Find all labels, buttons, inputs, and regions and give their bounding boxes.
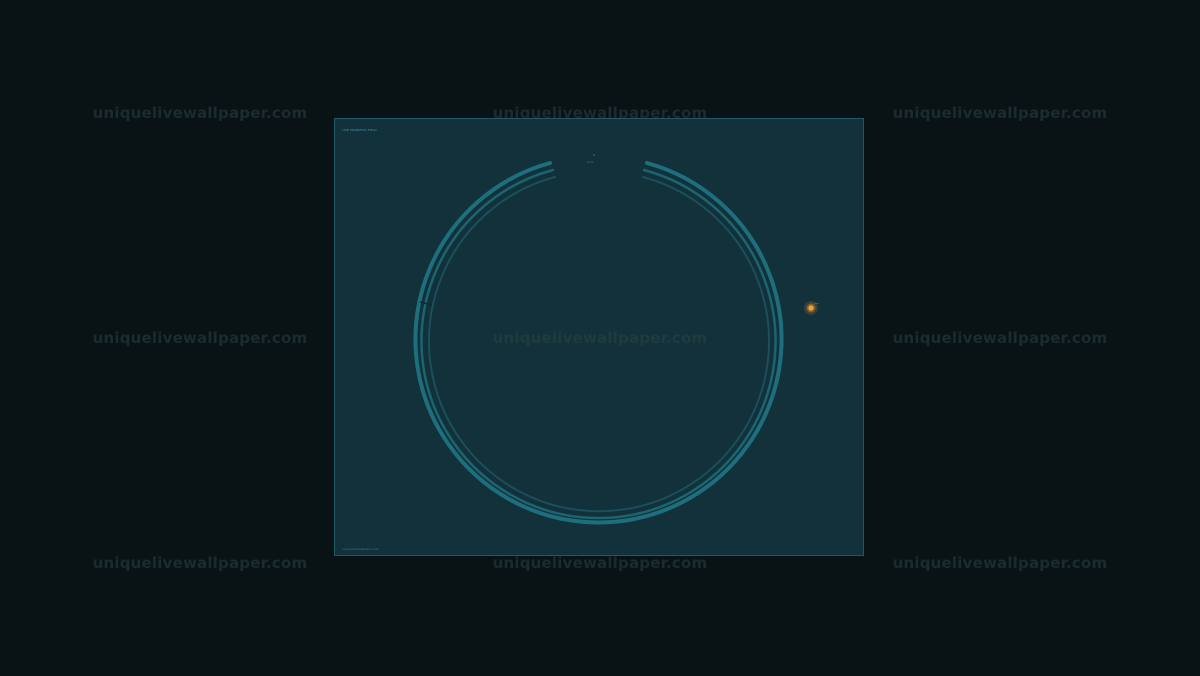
- wallpaper-screen: uniquelivewallpaper.com uniquelivewallpa…: [0, 0, 1200, 676]
- ring-label-top: N: [593, 153, 595, 157]
- watermark-bottom-right: uniquelivewallpaper.com: [892, 554, 1108, 572]
- watermark-middle-center: uniquelivewallpaper.com: [492, 329, 708, 347]
- watermark-bottom-center: uniquelivewallpaper.com: [492, 554, 708, 572]
- watermark-top-right: uniquelivewallpaper.com: [892, 104, 1108, 122]
- marker-dot-icon: [808, 305, 814, 311]
- ring-label-top-sub: 0 km: [587, 160, 594, 164]
- watermark-middle-left: uniquelivewallpaper.com: [92, 329, 308, 347]
- panel-footer: uniquelivewallpaper.com: [342, 547, 380, 551]
- watermark-bottom-left: uniquelivewallpaper.com: [92, 554, 308, 572]
- watermark-middle-right: uniquelivewallpaper.com: [892, 329, 1108, 347]
- watermark-top-left: uniquelivewallpaper.com: [92, 104, 308, 122]
